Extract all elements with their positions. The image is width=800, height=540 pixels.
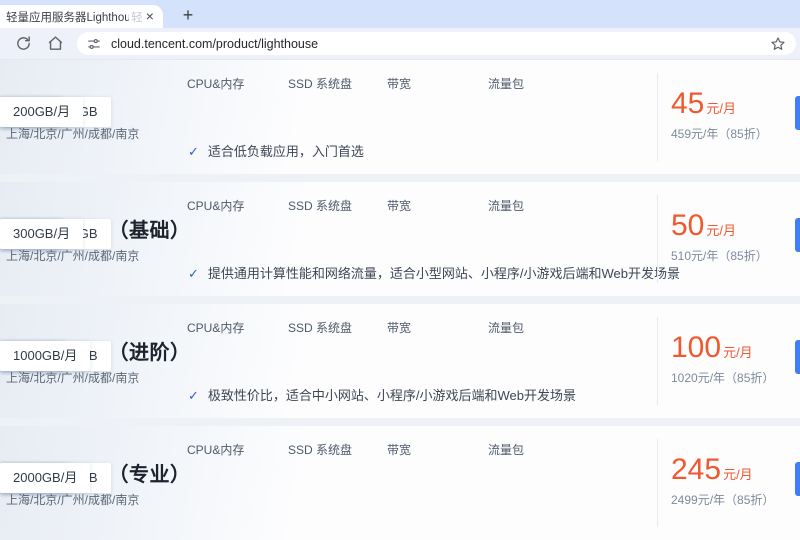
tab-title-overflow: 轻 [131,9,143,25]
column-header-cpu: CPU&内存 [187,75,244,92]
price-block: 45元/月 459元/年（85折） [671,87,768,142]
plan-card: 入门型套餐 上海/北京/广州/成都/南京 CPU&内存 SSD 系统盘 带宽 流… [0,60,800,174]
column-header-ssd: SSD 系统盘 [288,441,352,458]
price-divider [657,195,658,283]
buy-button[interactable] [795,340,800,374]
column-header-ssd: SSD 系统盘 [288,75,352,92]
monthly-price-unit: 元/月 [706,223,736,238]
home-icon[interactable] [47,35,64,52]
plan-card: 通用型套餐（进阶） 上海/北京/广州/成都/南京 CPU&内存 SSD 系统盘 … [0,304,800,418]
plan-card: 入门型套餐（基础） 上海/北京/广州/成都/南京 CPU&内存 SSD 系统盘 … [0,182,800,296]
spec-chip-traffic: 1000GB/月 [0,341,90,371]
column-header-traffic: 流量包 [488,75,524,92]
pricing-table: 入门型套餐 上海/北京/广州/成都/南京 CPU&内存 SSD 系统盘 带宽 流… [0,60,800,540]
plan-note-row: ✓ 极致性价比，适合中小网站、小程序/小游戏后端和Web开发场景 [188,385,576,404]
column-header-cpu: CPU&内存 [187,319,244,336]
tab-title: 轻量应用服务器Lighthouse [6,9,129,25]
column-header-traffic: 流量包 [488,319,524,336]
column-header-bandwidth: 带宽 [387,75,411,92]
monthly-price: 45 [671,87,704,120]
plan-regions: 上海/北京/广州/成都/南京 [6,369,139,386]
monthly-price: 100 [671,331,721,364]
monthly-price-unit: 元/月 [723,345,753,360]
monthly-price-unit: 元/月 [706,101,736,116]
monthly-price: 245 [671,453,721,486]
price-divider [657,317,658,405]
monthly-price: 50 [671,209,704,242]
column-header-ssd: SSD 系统盘 [288,319,352,336]
reload-icon[interactable] [15,35,32,52]
yearly-price: 1020元/年（85折） [671,369,774,386]
tab-close-icon[interactable]: × [143,9,157,25]
column-header-cpu: CPU&内存 [187,441,244,458]
site-settings-icon[interactable] [87,37,101,51]
plan-regions: 上海/北京/广州/成都/南京 [6,125,139,142]
column-header-cpu: CPU&内存 [187,197,244,214]
new-tab-button[interactable]: + [176,3,200,27]
yearly-price: 459元/年（85折） [671,125,768,142]
browser-toolbar: cloud.tencent.com/product/lighthouse [0,28,800,60]
plan-note-row: ✓ 适合低负载应用，入门首选 [188,141,364,160]
buy-button[interactable] [795,462,800,496]
monthly-price-unit: 元/月 [723,467,753,482]
buy-button[interactable] [795,96,800,130]
check-icon: ✓ [188,388,199,403]
address-bar[interactable]: cloud.tencent.com/product/lighthouse [77,32,796,55]
spec-chip-traffic: 300GB/月 [0,219,83,249]
check-icon: ✓ [188,266,199,281]
active-tab[interactable]: 轻量应用服务器Lighthouse 轻 × [0,5,163,28]
plan-note: 极致性价比，适合中小网站、小程序/小游戏后端和Web开发场景 [208,388,576,403]
price-block: 50元/月 510元/年（85折） [671,209,768,264]
plan-note: 提供通用计算性能和网络流量，适合小型网站、小程序/小游戏后端和Web开发场景 [208,266,680,281]
price-block: 100元/月 1020元/年（85折） [671,331,774,386]
yearly-price: 510元/年（85折） [671,247,768,264]
spec-chip-traffic: 200GB/月 [0,97,83,127]
column-header-traffic: 流量包 [488,441,524,458]
buy-button[interactable] [795,218,800,252]
plan-card: 通用型套餐（专业） 上海/北京/广州/成都/南京 CPU&内存 SSD 系统盘 … [0,426,800,540]
browser-chrome: 轻量应用服务器Lighthouse 轻 × + cloud.t [0,0,800,60]
column-header-bandwidth: 带宽 [387,197,411,214]
price-divider [657,439,658,527]
plan-note-row: ✓ 提供通用计算性能和网络流量，适合小型网站、小程序/小游戏后端和Web开发场景 [188,263,680,282]
bookmark-star-icon[interactable] [770,36,786,52]
column-header-traffic: 流量包 [488,197,524,214]
url-text[interactable]: cloud.tencent.com/product/lighthouse [111,37,318,51]
column-header-bandwidth: 带宽 [387,319,411,336]
plan-regions: 上海/北京/广州/成都/南京 [6,247,139,264]
column-header-bandwidth: 带宽 [387,441,411,458]
tab-strip: 轻量应用服务器Lighthouse 轻 × + [0,0,800,28]
plan-note: 适合低负载应用，入门首选 [208,144,364,159]
spec-chip-traffic: 2000GB/月 [0,463,90,493]
column-header-ssd: SSD 系统盘 [288,197,352,214]
price-divider [657,73,658,161]
check-icon: ✓ [188,144,199,159]
